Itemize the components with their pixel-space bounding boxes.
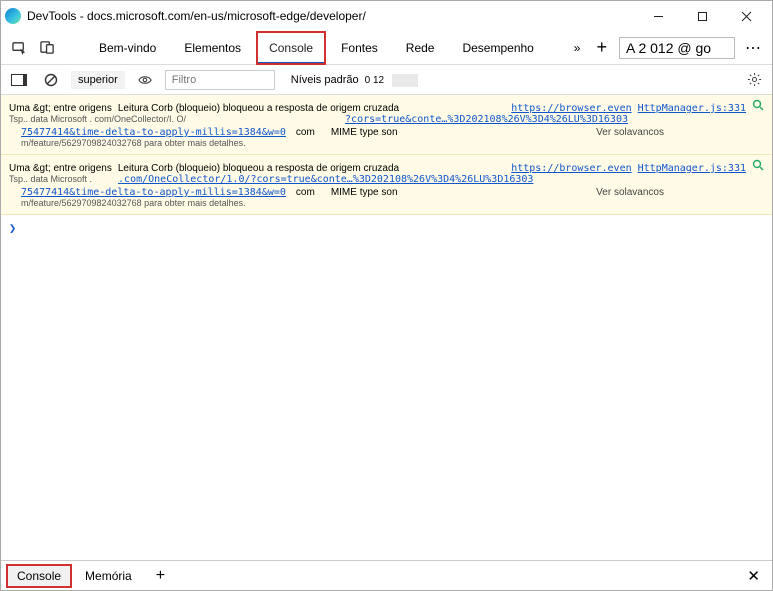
tab-console[interactable]: Console: [257, 32, 325, 64]
message-link[interactable]: https://browser.even: [511, 103, 631, 114]
more-tabs-button[interactable]: »: [570, 41, 585, 55]
message-label: Uma &gt; entre origens: [9, 103, 112, 114]
titlebar: DevTools - docs.microsoft.com/en-us/micr…: [1, 1, 772, 31]
drawer-add-tab-button[interactable]: +: [146, 563, 175, 589]
hidden-count: 0 12: [361, 74, 388, 87]
close-button[interactable]: [724, 2, 768, 30]
message-mime: MIME type son: [331, 127, 398, 138]
log-levels-selector[interactable]: Níveis padrão0 12..: [291, 74, 418, 86]
magnifier-icon[interactable]: [752, 159, 764, 171]
filter-input[interactable]: [165, 70, 275, 90]
message-link[interactable]: https://browser.even: [511, 163, 631, 174]
console-messages: Uma &gt; entre origens Leitura Corb (blo…: [1, 95, 772, 215]
magnifier-icon[interactable]: [752, 99, 764, 111]
console-prompt[interactable]: ❯: [1, 215, 772, 241]
context-selector[interactable]: superior: [71, 71, 125, 89]
clear-console-icon[interactable]: [39, 68, 63, 92]
maximize-button[interactable]: [680, 2, 724, 30]
message-mime: MIME type son: [331, 187, 398, 198]
console-toolbar: superior Níveis padrão0 12..: [1, 65, 772, 95]
message-more: m/feature/5629709824032768 para obter ma…: [9, 138, 764, 148]
message-com: com: [296, 187, 315, 198]
message-bumps-link[interactable]: Ver solavancos: [596, 187, 764, 198]
message-link[interactable]: ?cors=true&conte…%3D202108%26V%3D4%26LU%…: [345, 114, 628, 125]
command-input[interactable]: A 2 012 @ go: [619, 37, 735, 59]
tab-elements[interactable]: Elementos: [172, 32, 253, 64]
log-levels-label: Níveis padrão: [291, 74, 359, 86]
live-expression-icon[interactable]: [133, 68, 157, 92]
message-source-link[interactable]: HttpManager.js:331: [638, 163, 746, 174]
drawer-close-button[interactable]: ✕: [741, 567, 766, 585]
main-tabs: Bem-vindo Elementos Console Fontes Rede …: [1, 31, 772, 65]
edge-icon: [5, 8, 21, 24]
message-source-link[interactable]: HttpManager.js:331: [638, 103, 746, 114]
message-text: Leitura Corb (bloqueio) bloqueou a respo…: [118, 163, 505, 174]
drawer: Console Memória + ✕: [1, 560, 772, 590]
message-subtext: Tsp.. data Microsoft .: [9, 174, 92, 184]
devtools-menu-button[interactable]: ⋯: [741, 38, 766, 58]
message-subtext: Tsp.. data Microsoft . com/OneCollector/…: [9, 114, 186, 124]
message-link[interactable]: .com/OneCollector/1.0/?cors=true&conte…%…: [118, 174, 533, 185]
console-message[interactable]: Uma &gt; entre origens Leitura Corb (blo…: [1, 95, 772, 155]
message-bumps-link[interactable]: Ver solavancos: [596, 127, 764, 138]
tab-performance[interactable]: Desempenho: [450, 32, 545, 64]
message-link[interactable]: 75477414&time-delta-to-apply-millis=1384…: [21, 187, 286, 198]
drawer-tab-console[interactable]: Console: [7, 565, 71, 587]
console-settings-icon[interactable]: [742, 68, 766, 92]
minimize-button[interactable]: [636, 2, 680, 30]
sidebar-toggle-icon[interactable]: [7, 68, 31, 92]
drawer-tab-memory[interactable]: Memória: [75, 565, 142, 587]
message-link[interactable]: 75477414&time-delta-to-apply-millis=1384…: [21, 127, 286, 138]
add-tab-button[interactable]: +: [590, 37, 613, 58]
console-message[interactable]: Uma &gt; entre origens Leitura Corb (blo…: [1, 155, 772, 215]
device-toggle-icon[interactable]: [35, 36, 59, 60]
tab-network[interactable]: Rede: [394, 32, 447, 64]
inspect-element-icon[interactable]: [7, 36, 31, 60]
message-label: Uma &gt; entre origens: [9, 163, 112, 174]
window-title: DevTools - docs.microsoft.com/en-us/micr…: [27, 9, 636, 23]
message-com: com: [296, 127, 315, 138]
tab-sources[interactable]: Fontes: [329, 32, 390, 64]
tab-welcome[interactable]: Bem-vindo: [87, 32, 168, 64]
message-text: Leitura Corb (bloqueio) bloqueou a respo…: [118, 103, 505, 114]
message-more: m/feature/5629709824032768 para obter ma…: [9, 198, 764, 208]
